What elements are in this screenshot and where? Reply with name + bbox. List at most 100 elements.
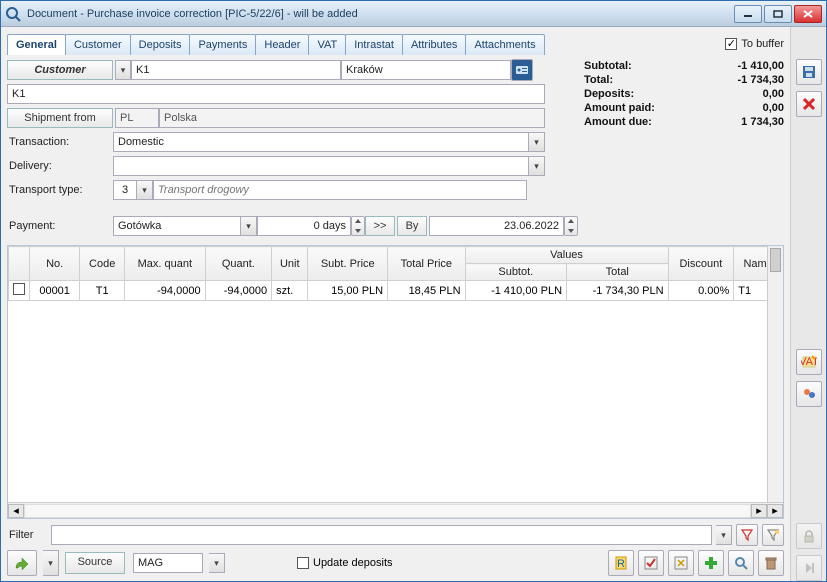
- deposits-label: Deposits:: [584, 88, 634, 100]
- subtotal-value: -1 410,00: [738, 60, 784, 72]
- col-code[interactable]: Code: [80, 247, 125, 281]
- row-checkbox[interactable]: [13, 283, 25, 295]
- scroll-end-button[interactable]: ▸: [767, 504, 783, 518]
- to-buffer-checkbox[interactable]: To buffer: [725, 38, 784, 50]
- add-button[interactable]: [698, 550, 724, 576]
- payment-method-dropdown-button[interactable]: [241, 216, 257, 236]
- tools-button[interactable]: [668, 550, 694, 576]
- col-subp[interactable]: Subt. Price: [308, 247, 388, 281]
- payment-method-input[interactable]: [113, 216, 241, 236]
- filter-dropdown-button[interactable]: [716, 525, 732, 545]
- next-button[interactable]: [796, 555, 822, 581]
- tab-deposits[interactable]: Deposits: [130, 34, 191, 55]
- days-spinner[interactable]: [351, 216, 365, 236]
- checkbox-icon: [725, 38, 737, 50]
- tab-vat[interactable]: VAT: [308, 34, 346, 55]
- delivery-dropdown-button[interactable]: [529, 156, 545, 176]
- amount-due-label: Amount due:: [584, 116, 652, 128]
- scroll-right-button[interactable]: ▸: [751, 504, 767, 518]
- filter-edit-icon[interactable]: [762, 524, 784, 546]
- col-disc[interactable]: Discount: [668, 247, 734, 281]
- payment-days-input[interactable]: [257, 216, 351, 236]
- filter-label: Filter: [7, 529, 47, 541]
- horizontal-scrollbar[interactable]: ◂ ▸ ▸: [8, 502, 783, 518]
- minimize-button[interactable]: [734, 5, 762, 23]
- customer-button[interactable]: Customer: [7, 60, 113, 80]
- update-deposits-label: Update deposits: [313, 557, 393, 569]
- maximize-button[interactable]: [764, 5, 792, 23]
- payment-by-button[interactable]: By: [397, 216, 427, 236]
- vertical-scrollbar[interactable]: [767, 246, 783, 502]
- customer-lookup-icon[interactable]: [511, 59, 533, 81]
- preview-button[interactable]: [728, 550, 754, 576]
- tab-general[interactable]: General: [7, 34, 66, 55]
- window-buttons: [734, 5, 822, 23]
- col-subtot[interactable]: Subtot.: [465, 264, 566, 281]
- transport-label: Transport type:: [7, 184, 113, 196]
- right-toolbar: VAT: [790, 27, 826, 581]
- col-no[interactable]: No.: [30, 247, 80, 281]
- svg-text:R: R: [617, 558, 625, 570]
- transaction-input[interactable]: [113, 132, 529, 152]
- tab-attachments[interactable]: Attachments: [465, 34, 544, 55]
- import-dropdown-button[interactable]: [43, 550, 59, 576]
- subtotal-label: Subtotal:: [584, 60, 632, 72]
- tab-intrastat[interactable]: Intrastat: [345, 34, 403, 55]
- transaction-dropdown-button[interactable]: [529, 132, 545, 152]
- date-spinner[interactable]: [564, 216, 578, 236]
- checkbox-icon: [297, 557, 309, 569]
- customer-dropdown-button[interactable]: [115, 60, 131, 80]
- titlebar: Document - Purchase invoice correction […: [1, 1, 826, 27]
- payment-label: Payment:: [7, 220, 113, 232]
- tab-strip: GeneralCustomerDepositsPaymentsHeaderVAT…: [7, 34, 544, 55]
- col-total[interactable]: Total: [567, 264, 668, 281]
- totals-panel: Subtotal:-1 410,00 Total:-1 734,30 Depos…: [584, 59, 784, 239]
- validate-button[interactable]: [638, 550, 664, 576]
- source-dropdown-button[interactable]: [209, 553, 225, 573]
- col-totp[interactable]: Total Price: [388, 247, 465, 281]
- payment-date-input[interactable]: [429, 216, 564, 236]
- filter-apply-icon[interactable]: [736, 524, 758, 546]
- amount-paid-value: 0,00: [763, 102, 784, 114]
- col-unit[interactable]: Unit: [272, 247, 308, 281]
- tab-header[interactable]: Header: [255, 34, 309, 55]
- save-button[interactable]: [796, 59, 822, 85]
- table-row[interactable]: 00001T1-94,0000-94,0000szt.15,00 PLN18,4…: [9, 281, 783, 301]
- total-value: -1 734,30: [738, 74, 784, 86]
- payment-forward-button[interactable]: >>: [365, 216, 395, 236]
- receipt-button[interactable]: R: [608, 550, 634, 576]
- col-values-group[interactable]: Values: [465, 247, 668, 264]
- col-q[interactable]: Quant.: [205, 247, 272, 281]
- customer-city-input[interactable]: [341, 60, 511, 80]
- amount-paid-label: Amount paid:: [584, 102, 655, 114]
- delete-button[interactable]: [758, 550, 784, 576]
- close-button[interactable]: [794, 5, 822, 23]
- to-buffer-label: To buffer: [741, 38, 784, 50]
- customer-name-input[interactable]: [7, 84, 545, 104]
- tab-payments[interactable]: Payments: [189, 34, 256, 55]
- filter-input[interactable]: [51, 525, 712, 545]
- delivery-input[interactable]: [113, 156, 529, 176]
- contacts-button[interactable]: [796, 381, 822, 407]
- tab-customer[interactable]: Customer: [65, 34, 131, 55]
- transport-desc-input[interactable]: [153, 180, 527, 200]
- amount-due-value: 1 734,30: [741, 116, 784, 128]
- customer-code-input[interactable]: [131, 60, 341, 80]
- col-maxq[interactable]: Max. quant: [125, 247, 206, 281]
- items-grid: No. Code Max. quant Quant. Unit Subt. Pr…: [7, 245, 784, 519]
- vat-button[interactable]: VAT: [796, 349, 822, 375]
- window-title: Document - Purchase invoice correction […: [27, 8, 734, 20]
- lock-button[interactable]: [796, 523, 822, 549]
- source-button[interactable]: Source: [65, 552, 125, 574]
- import-button[interactable]: [7, 550, 37, 576]
- shipment-code: [115, 108, 159, 128]
- tab-attributes[interactable]: Attributes: [402, 34, 466, 55]
- cancel-button[interactable]: [796, 91, 822, 117]
- update-deposits-checkbox[interactable]: Update deposits: [297, 557, 393, 569]
- shipment-from-button[interactable]: Shipment from: [7, 108, 113, 128]
- source-input[interactable]: [133, 553, 203, 573]
- scroll-left-button[interactable]: ◂: [8, 504, 24, 518]
- transport-dropdown-button[interactable]: [137, 180, 153, 200]
- transport-code-input[interactable]: [113, 180, 137, 200]
- document-window: Document - Purchase invoice correction […: [0, 0, 827, 582]
